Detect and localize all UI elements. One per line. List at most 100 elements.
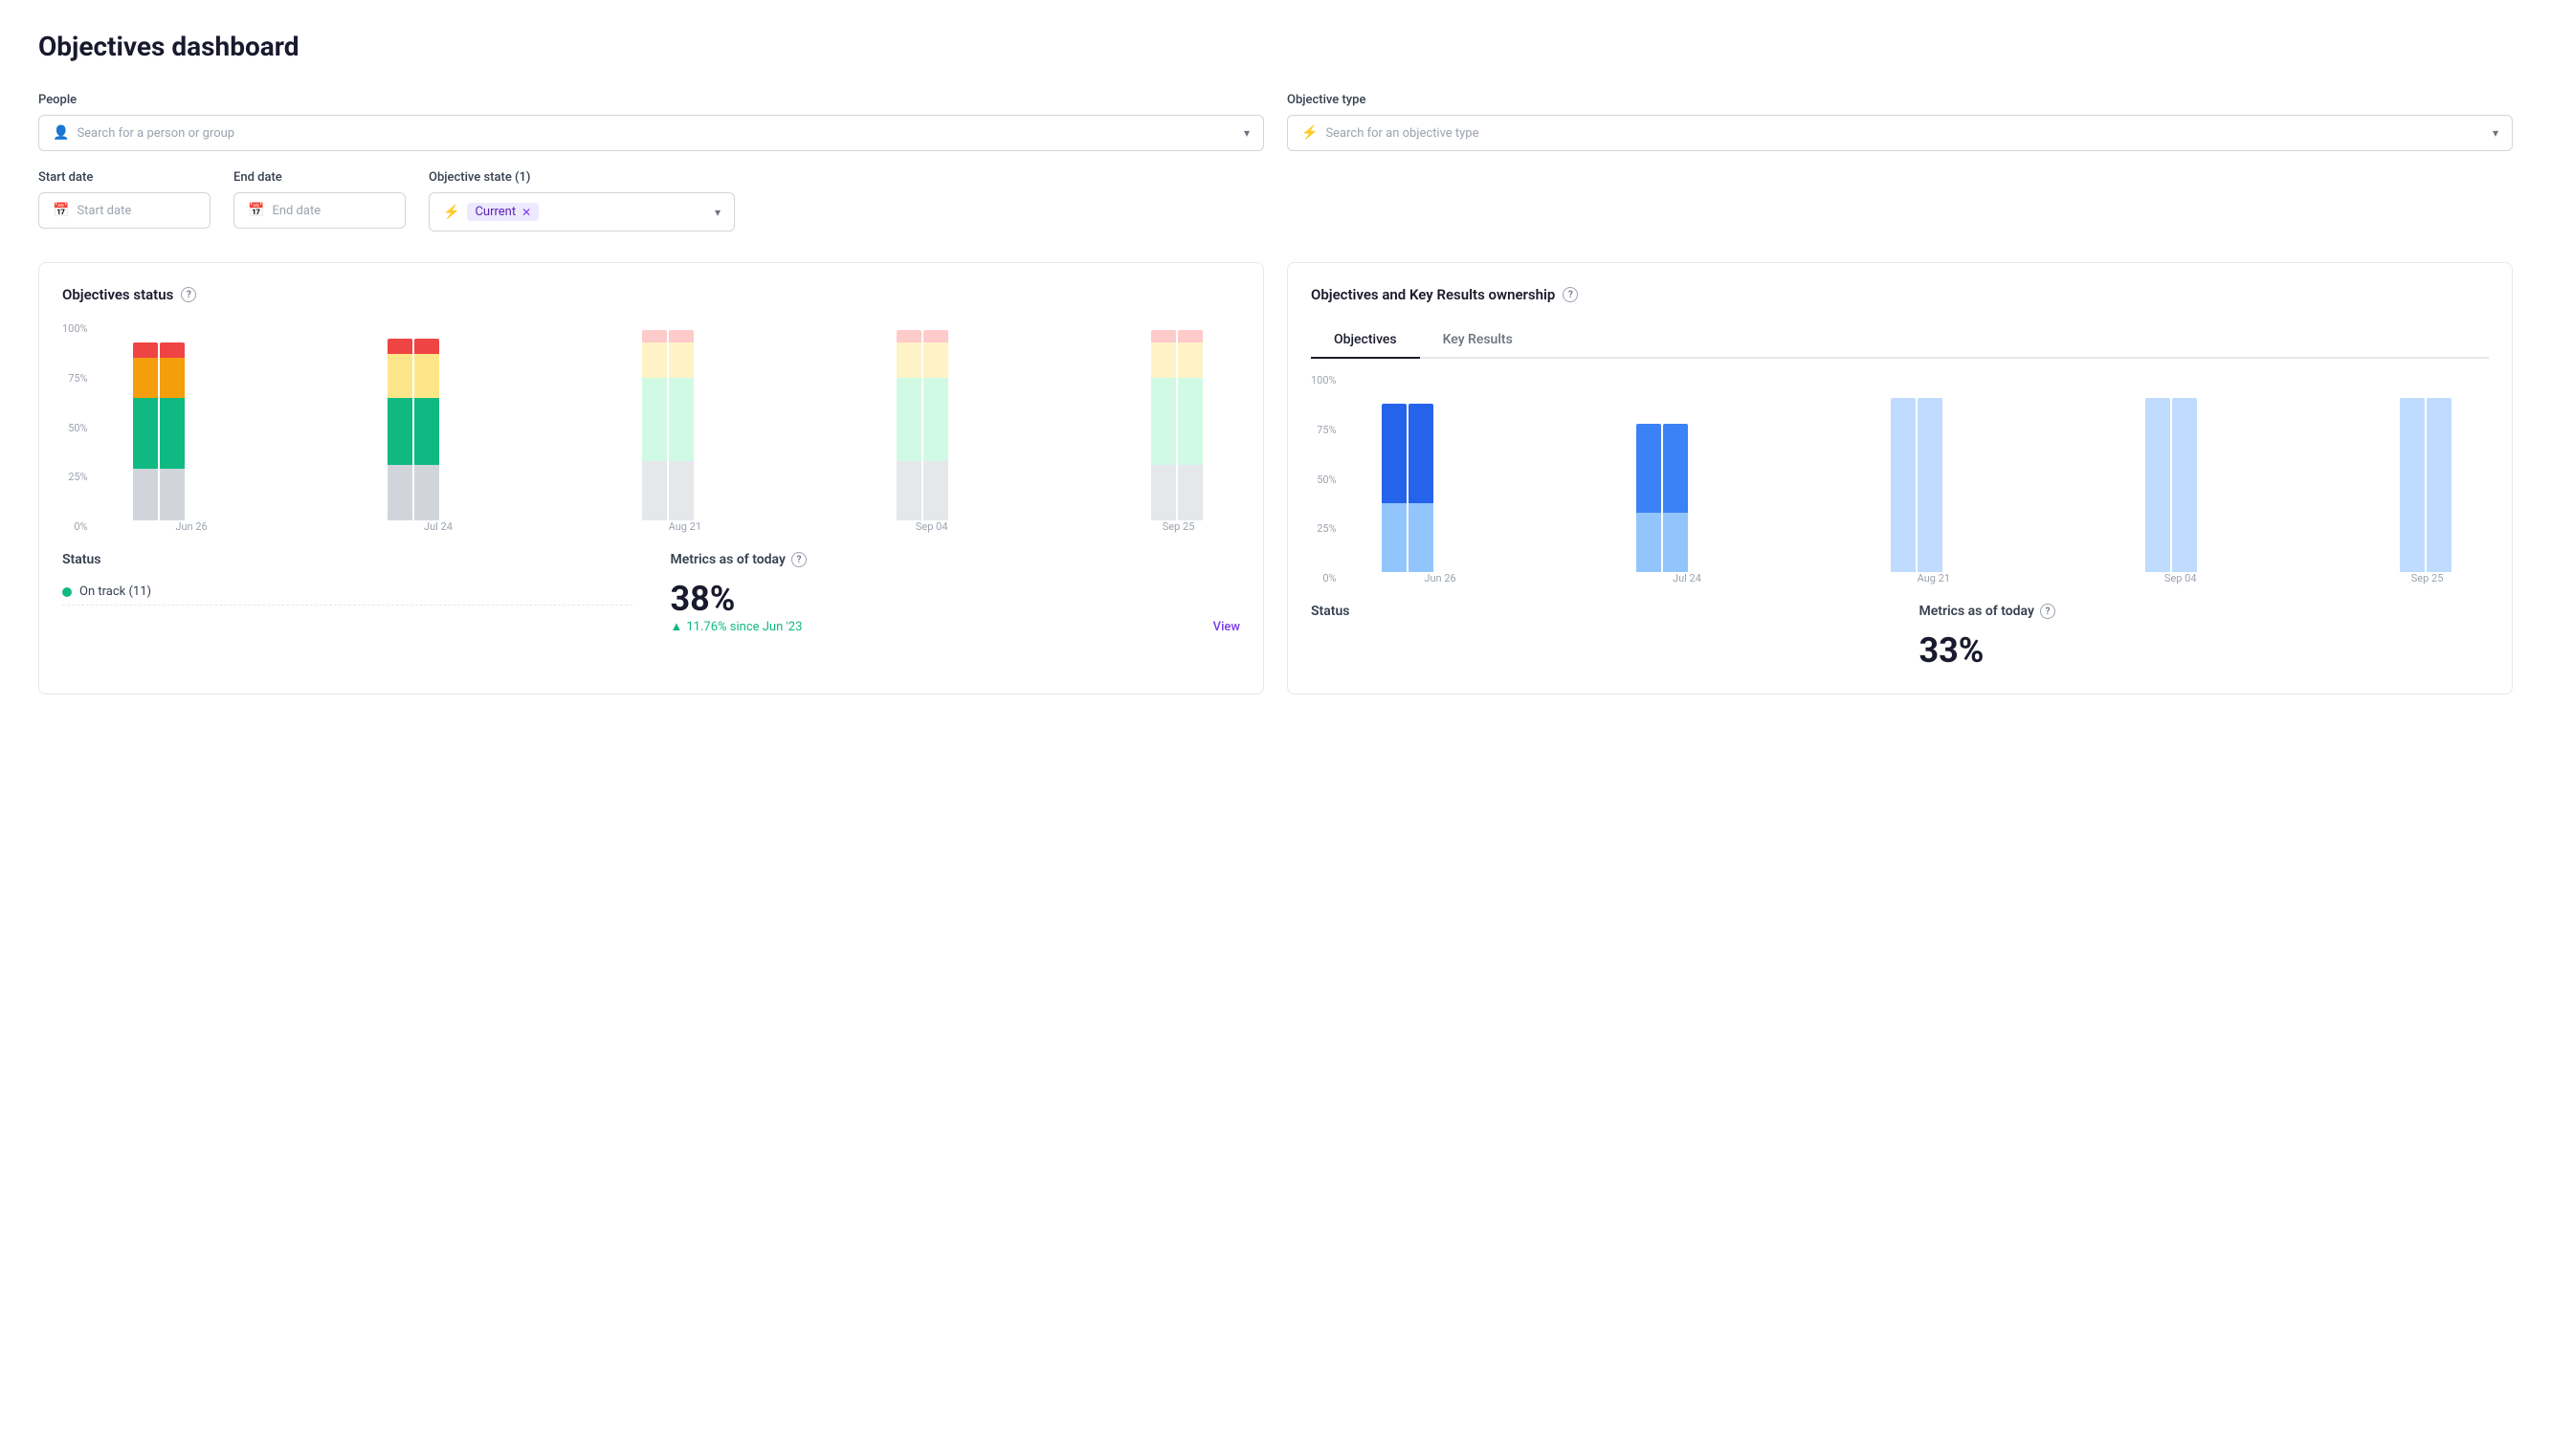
ownership-card: Objectives and Key Results ownership ? O… xyxy=(1287,262,2513,695)
bar-sep04-1 xyxy=(897,322,921,520)
objectives-status-card: Objectives status ? 100% 75% 50% 25% 0% xyxy=(38,262,1264,695)
status-section: Status On track (11) xyxy=(62,552,632,634)
bar-group-sep04 xyxy=(858,322,986,520)
tab-objectives[interactable]: Objectives xyxy=(1311,322,1420,359)
metrics-help-icon[interactable]: ? xyxy=(791,552,807,567)
bar-group-sep25 xyxy=(1113,322,1240,520)
bar-sep25-2 xyxy=(1178,322,1203,520)
remove-tag-button[interactable]: ✕ xyxy=(521,206,531,219)
status-title: Status xyxy=(62,552,632,567)
own-bar-sep25-2 xyxy=(2427,374,2451,572)
bar-group-spacer4 xyxy=(986,322,1113,520)
y-axis-ownership: 100% 75% 50% 25% 0% xyxy=(1311,374,1344,585)
filters-section: People 👤 Search for a person or group ▾ … xyxy=(38,93,2513,232)
on-track-label: On track (11) xyxy=(79,585,151,599)
ownership-metrics-title: Metrics as of today ? xyxy=(1919,604,2490,619)
ownership-bars xyxy=(1344,374,2489,572)
tab-key-results[interactable]: Key Results xyxy=(1420,322,1536,359)
objectives-status-help-icon[interactable]: ? xyxy=(181,287,196,302)
calendar-end-icon: 📅 xyxy=(248,203,264,218)
own-bar-jul24-2 xyxy=(1663,374,1688,572)
own-bar-sep25-1 xyxy=(2400,374,2425,572)
bar-jul24-1 xyxy=(388,322,412,520)
bar-group-spacer3 xyxy=(731,322,858,520)
bar-group-jun26 xyxy=(96,322,223,520)
bar-jul24-2 xyxy=(414,322,439,520)
current-tag-label: Current xyxy=(475,205,516,219)
people-filter-group: People 👤 Search for a person or group ▾ xyxy=(38,93,1264,151)
view-link[interactable]: View xyxy=(1213,620,1240,634)
x-labels-objectives: Jun 26 Jul 24 Aug 21 Sep 04 Sep 25 xyxy=(96,520,1240,533)
ownership-title: Objectives and Key Results ownership ? xyxy=(1311,286,2489,303)
objectives-status-title-text: Objectives status xyxy=(62,286,173,303)
objectives-bars xyxy=(96,322,1240,520)
filter-icon: ⚡ xyxy=(1301,125,1318,141)
own-bar-aug21-2 xyxy=(1918,374,1942,572)
end-date-label: End date xyxy=(233,170,406,185)
own-bar-spacer2 xyxy=(1725,374,1852,572)
own-bar-jul24-1 xyxy=(1636,374,1661,572)
people-label: People xyxy=(38,93,1264,107)
ownership-metrics-section: Metrics as of today ? 33% xyxy=(1919,604,2490,671)
bar-group-spacer2 xyxy=(477,322,604,520)
own-bar-sep04-1 xyxy=(2145,374,2170,572)
bar-aug21-1 xyxy=(642,322,667,520)
objective-type-input[interactable]: ⚡ Search for an objective type ▾ xyxy=(1287,115,2513,151)
own-bar-group-jun26 xyxy=(1344,374,1472,572)
metrics-value-group: 38% ▲ 11.76% since Jun '23 xyxy=(671,579,803,634)
ownership-bars-container: Jun 26 Jul 24 Aug 21 Sep 04 Sep 25 xyxy=(1344,374,2489,585)
own-bar-sep04-2 xyxy=(2172,374,2197,572)
x-labels-ownership: Jun 26 Jul 24 Aug 21 Sep 04 Sep 25 xyxy=(1344,572,2489,585)
ownership-status-section: Status xyxy=(1311,604,1881,671)
people-chevron-icon: ▾ xyxy=(1244,126,1250,140)
objective-type-label: Objective type xyxy=(1287,93,2513,107)
metrics-section: Metrics as of today ? 38% ▲ 11.76% since… xyxy=(671,552,1241,634)
ownership-tabs: Objectives Key Results xyxy=(1311,322,2489,359)
objectives-status-chart: 100% 75% 50% 25% 0% xyxy=(62,322,1240,533)
end-date-filter-group: End date 📅 End date xyxy=(233,170,406,232)
people-input[interactable]: 👤 Search for a person or group ▾ xyxy=(38,115,1264,151)
user-icon: 👤 xyxy=(53,125,69,141)
status-on-track: On track (11) xyxy=(62,579,632,606)
dashboards-grid: Objectives status ? 100% 75% 50% 25% 0% xyxy=(38,262,2513,695)
own-bar-spacer3 xyxy=(1980,374,2107,572)
bar-jun26-2 xyxy=(160,322,185,520)
metrics-title-text: Metrics as of today xyxy=(671,552,786,567)
ownership-status-title: Status xyxy=(1311,604,1881,619)
start-date-input[interactable]: 📅 Start date xyxy=(38,192,211,229)
own-bar-jun26-2 xyxy=(1409,374,1433,572)
bar-aug21-2 xyxy=(669,322,694,520)
objectives-status-bottom: Status On track (11) Metrics as of today… xyxy=(62,552,1240,634)
metric-value: 38% xyxy=(671,579,803,619)
end-date-placeholder: End date xyxy=(272,204,391,218)
state-filter-icon: ⚡ xyxy=(443,205,459,220)
metric-change-text: 11.76% since Jun '23 xyxy=(686,620,802,634)
ownership-metrics-title-text: Metrics as of today xyxy=(1919,604,2034,619)
ownership-metrics-help-icon[interactable]: ? xyxy=(2040,604,2055,619)
state-chevron-icon: ▾ xyxy=(715,206,721,219)
bar-sep25-1 xyxy=(1151,322,1176,520)
ownership-help-icon[interactable]: ? xyxy=(1563,287,1578,302)
bar-jun26-1 xyxy=(133,322,158,520)
objective-state-input[interactable]: ⚡ Current ✕ ▾ xyxy=(429,192,735,232)
start-date-placeholder: Start date xyxy=(77,204,196,218)
own-bar-spacer1 xyxy=(1472,374,1599,572)
own-bar-group-sep25 xyxy=(2362,374,2489,572)
bar-group-jul24 xyxy=(349,322,477,520)
own-bar-spacer4 xyxy=(2234,374,2362,572)
end-date-input[interactable]: 📅 End date xyxy=(233,192,406,229)
current-tag: Current ✕ xyxy=(467,203,539,221)
objective-state-filter-group: Objective state (1) ⚡ Current ✕ ▾ xyxy=(429,170,735,232)
bar-group-aug21 xyxy=(604,322,731,520)
page-title: Objectives dashboard xyxy=(38,31,2513,62)
y-axis-objectives: 100% 75% 50% 25% 0% xyxy=(62,322,96,533)
own-bar-group-sep04 xyxy=(2107,374,2234,572)
metrics-title: Metrics as of today ? xyxy=(671,552,1241,567)
own-bar-group-aug21 xyxy=(1852,374,1980,572)
ownership-chart: 100% 75% 50% 25% 0% xyxy=(1311,374,2489,585)
objective-state-label: Objective state (1) xyxy=(429,170,735,185)
start-date-label: Start date xyxy=(38,170,211,185)
ownership-title-text: Objectives and Key Results ownership xyxy=(1311,286,1555,303)
start-date-filter-group: Start date 📅 Start date xyxy=(38,170,211,232)
own-bar-aug21-1 xyxy=(1891,374,1916,572)
